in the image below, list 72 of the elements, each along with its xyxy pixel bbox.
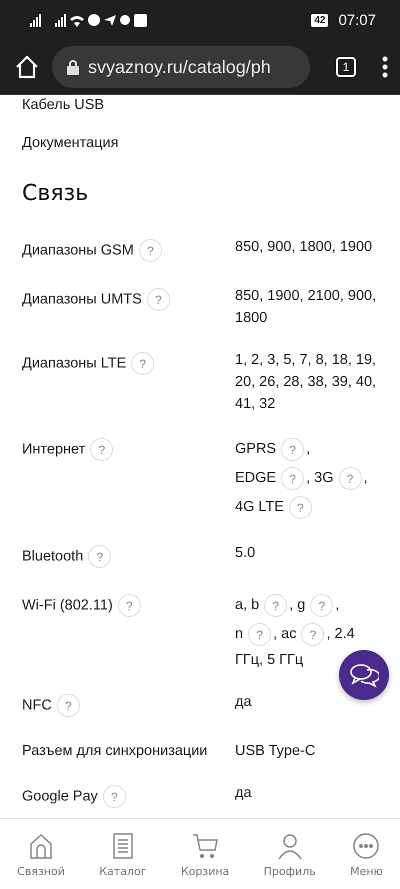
spec-value: 1, 2, 3, 5, 7, 8, 18, 19, 20, 26, 28, 38, 39, 40, 41, 32 (235, 352, 376, 412)
more-icon (351, 830, 382, 860)
spec-value: , (306, 441, 310, 458)
spec-value: EDGE (235, 470, 276, 486)
spec-value: , (289, 597, 294, 614)
spec-label: Диапазоны GSM (22, 242, 134, 258)
chat-icon (349, 662, 379, 688)
help-icon[interactable]: ? (102, 785, 126, 808)
spec-value: 3G (314, 470, 334, 486)
spec-value: ГГц, 5 ГГц (235, 652, 304, 668)
spec-value: , (273, 626, 278, 642)
help-icon[interactable]: ? (56, 694, 80, 717)
spec-value: USB Type-C (235, 743, 316, 759)
nav-tab[interactable]: Профиль (264, 830, 316, 878)
spec-value: a, b (235, 597, 260, 614)
lock-icon (66, 59, 80, 75)
spec-label: Диапазоны UMTS (22, 291, 142, 308)
send-icon (104, 14, 116, 26)
help-icon[interactable]: ? (281, 438, 304, 461)
help-icon[interactable]: ? (301, 623, 324, 646)
home-icon[interactable] (14, 54, 40, 80)
more-menu-icon[interactable] (382, 56, 388, 78)
help-icon[interactable]: ? (338, 467, 362, 490)
help-icon[interactable]: ? (118, 594, 141, 617)
spec-value: ac (281, 626, 296, 642)
battery-level: 42 (311, 14, 328, 26)
tab-count-button[interactable]: 1 (336, 57, 356, 77)
wifi-icon (70, 14, 84, 26)
help-icon[interactable]: ? (90, 438, 114, 461)
spec-value: 850, 1900, 2100, 900, 1800 (235, 288, 376, 326)
spec-value: GPRS (235, 441, 276, 458)
nav-tab[interactable]: Каталог (99, 830, 146, 878)
spec-item: Документация (22, 135, 120, 151)
help-icon[interactable]: ? (146, 288, 170, 311)
spec-value: n (235, 626, 244, 642)
spec-label: Bluetooth (22, 548, 84, 564)
spec-value: 5.0 (235, 545, 256, 561)
section-title: Связь (22, 181, 90, 206)
help-icon[interactable]: ? (288, 496, 312, 519)
nav-tab[interactable]: Меню (350, 830, 383, 878)
spec-value: 850, 900, 1800, 1900 (235, 239, 372, 255)
chat-button[interactable] (339, 650, 389, 700)
spec-item: Кабель USB (22, 97, 106, 113)
spec-value: да (235, 694, 252, 710)
spec-value: , (335, 597, 340, 614)
spec-label: Диапазоны LTE (22, 355, 126, 372)
spec-value: 4G LTE (235, 499, 284, 516)
spec-label: Разъем для синхронизации (22, 743, 208, 759)
nav-tab[interactable]: Корзина (180, 830, 230, 878)
help-icon[interactable]: ? (88, 545, 112, 568)
help-icon[interactable]: ? (264, 594, 288, 617)
address-bar[interactable]: svyaznoy.ru/catalog/ph (52, 46, 310, 88)
spec-value: g (297, 597, 306, 614)
spec-label: Интернет (22, 441, 86, 458)
help-icon[interactable]: ? (131, 352, 154, 375)
help-icon[interactable]: ? (248, 623, 272, 646)
help-icon[interactable]: ? (310, 594, 334, 617)
spec-value: да (235, 785, 252, 801)
nav-tab[interactable]: Связной (17, 830, 65, 878)
mail-icon (134, 14, 147, 26)
clock: 07:07 (338, 12, 376, 28)
help-icon[interactable]: ? (138, 239, 162, 262)
spec-value: , (306, 470, 310, 486)
spec-label: Wi-Fi (802.11) (22, 597, 113, 614)
signal-icon (55, 14, 66, 26)
spec-value: , 2.4 (326, 626, 355, 642)
spec-label: Google Pay (22, 788, 98, 804)
spec-value: , (364, 470, 368, 486)
signal-icon (30, 14, 41, 26)
spec-label: NFC (22, 697, 52, 714)
help-icon[interactable]: ? (281, 467, 304, 490)
url-text: svyaznoy.ru/catalog/ph (88, 56, 271, 78)
